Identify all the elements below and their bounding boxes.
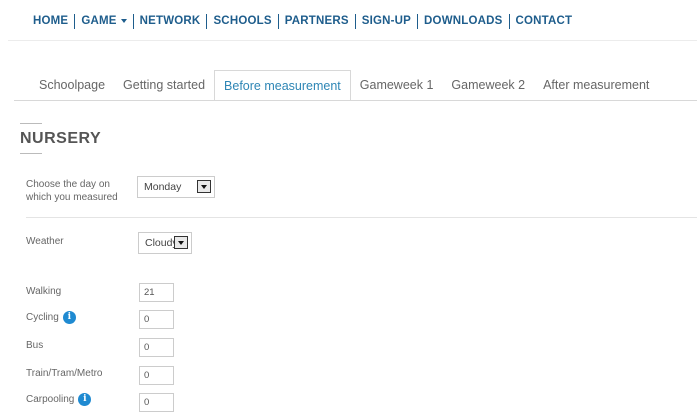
- tab-bar: Schoolpage Getting started Before measur…: [30, 70, 658, 101]
- chevron-down-icon[interactable]: [174, 236, 188, 249]
- info-icon[interactable]: i: [78, 393, 92, 406]
- nav-home-label: HOME: [33, 15, 69, 27]
- nav-separator: [132, 13, 134, 29]
- tab-after-measurement[interactable]: After measurement: [534, 70, 658, 100]
- day-select[interactable]: Monday: [137, 176, 215, 198]
- tab-before-measurement[interactable]: Before measurement: [214, 70, 351, 101]
- day-label: Choose the day on which you measured: [26, 179, 118, 203]
- tab-gameweek-2[interactable]: Gameweek 2: [442, 70, 534, 100]
- tab-gameweek-1[interactable]: Gameweek 1: [351, 70, 443, 100]
- nav-partners[interactable]: PARTNERS: [285, 15, 349, 27]
- nav-game[interactable]: GAME: [81, 15, 127, 27]
- nav-contact-label: CONTACT: [515, 15, 573, 27]
- nav-schools[interactable]: SCHOOLS: [213, 15, 271, 27]
- train-input[interactable]: 0: [139, 366, 174, 385]
- nav-partners-label: PARTNERS: [284, 15, 349, 27]
- weather-select[interactable]: Cloudy: [138, 232, 192, 254]
- nav-separator: [74, 13, 76, 29]
- nav-sign-up[interactable]: SIGN-UP: [362, 15, 411, 27]
- nav-sign-up-label: SIGN-UP: [361, 15, 412, 27]
- nav-separator: [417, 13, 419, 29]
- walking-label: Walking: [26, 286, 62, 297]
- page-title: NURSERY: [20, 130, 102, 147]
- nav-contact[interactable]: CONTACT: [516, 15, 573, 27]
- nav-network-label: NETWORK: [139, 15, 201, 27]
- caret-down-icon: [120, 19, 127, 23]
- title-decoration: [20, 123, 42, 124]
- tab-schoolpage[interactable]: Schoolpage: [30, 70, 114, 100]
- tab-bar-baseline: [14, 100, 697, 101]
- cycling-label-row: Cycling i: [26, 311, 76, 324]
- nav-game-label: GAME: [81, 15, 117, 27]
- bus-label: Bus: [26, 340, 44, 351]
- weather-select-value: Cloudy: [145, 237, 178, 249]
- nav-downloads-label: DOWNLOADS: [424, 15, 503, 27]
- chevron-down-icon[interactable]: [197, 180, 211, 193]
- nav-downloads[interactable]: DOWNLOADS: [424, 15, 502, 27]
- cycling-label: Cycling: [26, 312, 59, 324]
- info-icon[interactable]: i: [62, 311, 76, 324]
- tab-getting-started[interactable]: Getting started: [114, 70, 214, 100]
- nav-separator: [277, 13, 279, 29]
- carpooling-label-row: Carpooling i: [26, 393, 92, 406]
- top-navigation: HOME GAME NETWORK SCHOOLS PARTNERS SIGN-…: [33, 13, 572, 29]
- day-select-value: Monday: [144, 181, 182, 193]
- nav-schools-label: SCHOOLS: [213, 15, 272, 27]
- nav-separator: [354, 13, 356, 29]
- header-divider: [8, 40, 697, 41]
- bus-input[interactable]: 0: [139, 338, 174, 357]
- nav-separator: [206, 13, 208, 29]
- row-divider: [26, 217, 697, 218]
- title-decoration: [20, 153, 42, 154]
- nav-home[interactable]: HOME: [33, 15, 68, 27]
- nav-separator: [508, 13, 510, 29]
- cycling-input[interactable]: 0: [139, 310, 174, 329]
- nav-network[interactable]: NETWORK: [140, 15, 201, 27]
- carpooling-label: Carpooling: [26, 394, 75, 406]
- walking-input[interactable]: 21: [139, 283, 174, 302]
- carpooling-input[interactable]: 0: [139, 393, 174, 412]
- weather-label: Weather: [26, 236, 64, 247]
- train-label: Train/Tram/Metro: [26, 368, 103, 379]
